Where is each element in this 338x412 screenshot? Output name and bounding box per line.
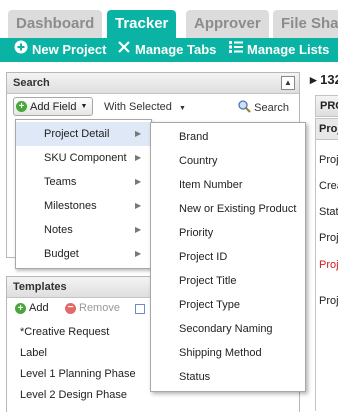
panel-divider	[315, 138, 316, 411]
menu-item-teams[interactable]: Teams ▶	[16, 170, 151, 194]
minus-icon: −	[65, 302, 76, 314]
field-label: Proj	[319, 154, 338, 166]
search-toolbar: + Add Field ▼ With Selected ▼ Search	[7, 94, 299, 118]
menu-item-label: Notes	[44, 224, 73, 236]
project-header: PRO	[315, 95, 338, 117]
manage-tabs-button[interactable]: Manage Tabs	[117, 38, 216, 62]
menu-item-budget[interactable]: Budget ▶	[16, 242, 151, 266]
tab-approver[interactable]: Approver	[186, 10, 269, 38]
search-panel-header: Search ▲	[7, 73, 299, 94]
add-template-label: Add	[29, 302, 49, 314]
submenu-arrow-icon: ▶	[135, 249, 142, 258]
add-field-button[interactable]: + Add Field ▼	[13, 97, 94, 116]
submenu-item-label: Priority	[179, 227, 214, 239]
project-title: ▸ 132	[310, 72, 338, 88]
submenu-item-secondary-naming[interactable]: Secondary Naming	[151, 317, 305, 341]
field-label: Proj	[319, 295, 338, 307]
submenu-item-label: New or Existing Product	[179, 203, 297, 215]
submenu-item-project-id[interactable]: Project ID	[151, 245, 305, 269]
plus-circle-icon	[14, 38, 28, 62]
submenu-item-item-number[interactable]: Item Number	[151, 173, 305, 197]
search-label: Search	[254, 102, 289, 114]
field-label: Stat	[319, 206, 338, 218]
add-field-menu: Project Detail ▶ SKU Component ▶ Teams ▶…	[15, 119, 152, 269]
project-detail-panel: ▸ 132 PRO Proj Proj Crea Stat Proj Proj …	[307, 68, 338, 411]
menu-item-label: Milestones	[44, 200, 97, 212]
add-template-button[interactable]: + Add	[15, 302, 49, 314]
collapse-icon[interactable]: ▲	[281, 76, 295, 90]
expand-arrow-icon[interactable]: ▸	[310, 72, 317, 87]
menu-item-label: Budget	[44, 248, 79, 260]
field-label: Proj	[319, 232, 338, 244]
search-button[interactable]: Search	[238, 100, 289, 116]
with-selected-label: With Selected	[104, 101, 172, 113]
submenu-item-country[interactable]: Country	[151, 149, 305, 173]
remove-template-button[interactable]: − Remove	[65, 302, 120, 314]
submenu-item-label: Country	[179, 155, 218, 167]
manage-tabs-label: Manage Tabs	[135, 42, 217, 57]
submenu-item-shipping-method[interactable]: Shipping Method	[151, 341, 305, 365]
magnifier-icon	[238, 100, 251, 116]
with-selected-dropdown[interactable]: With Selected ▼	[104, 101, 186, 113]
tab-file-sharing[interactable]: File Sha	[273, 10, 338, 38]
submenu-item-label: Shipping Method	[179, 347, 262, 359]
menu-item-label: Project Detail	[44, 128, 110, 140]
plus-icon: +	[15, 302, 26, 314]
submenu-item-priority[interactable]: Priority	[151, 221, 305, 245]
submenu-item-label: Secondary Naming	[179, 323, 273, 335]
menu-item-sku-component[interactable]: SKU Component ▶	[16, 146, 151, 170]
submenu-item-label: Project Type	[179, 299, 240, 311]
submenu-item-project-title[interactable]: Project Title	[151, 269, 305, 293]
required-field-label: Proj	[319, 259, 338, 271]
submenu-arrow-icon: ▶	[135, 177, 142, 186]
tools-icon	[117, 38, 131, 62]
search-panel-title: Search	[13, 77, 50, 89]
submenu-item-label: Project Title	[179, 275, 237, 287]
new-project-label: New Project	[32, 42, 107, 57]
templates-panel-title: Templates	[13, 281, 67, 293]
action-toolbar: New Project Manage Tabs Manage Lists	[0, 38, 338, 62]
submenu-item-brand[interactable]: Brand	[151, 125, 305, 149]
remove-template-label: Remove	[79, 302, 120, 314]
edit-icon[interactable]	[135, 304, 145, 314]
submenu-item-status[interactable]: Status	[151, 365, 305, 389]
field-label: Crea	[319, 180, 338, 192]
project-subheader: Proj	[315, 118, 338, 140]
top-nav: Dashboard Tracker Approver File Sha	[0, 0, 338, 38]
tab-dashboard[interactable]: Dashboard	[8, 10, 103, 38]
new-project-button[interactable]: New Project	[14, 38, 106, 62]
caret-down-icon: ▼	[80, 103, 88, 110]
menu-item-project-detail[interactable]: Project Detail ▶	[16, 122, 151, 146]
menu-item-label: SKU Component	[44, 152, 127, 164]
submenu-item-new-or-existing-product[interactable]: New or Existing Product	[151, 197, 305, 221]
manage-lists-label: Manage Lists	[247, 42, 330, 57]
project-number: 132	[320, 72, 338, 87]
add-field-label: Add Field	[30, 100, 77, 113]
plus-icon: +	[16, 101, 27, 112]
caret-down-icon: ▼	[178, 105, 186, 112]
submenu-item-label: Status	[179, 371, 211, 383]
project-detail-submenu: Brand Country Item Number New or Existin…	[150, 122, 306, 392]
submenu-item-label: Item Number	[179, 179, 243, 191]
submenu-arrow-icon: ▶	[135, 225, 142, 234]
menu-item-label: Teams	[44, 176, 77, 188]
manage-lists-button[interactable]: Manage Lists	[229, 38, 329, 62]
tab-tracker[interactable]: Tracker	[107, 10, 177, 38]
list-icon	[229, 38, 243, 62]
submenu-item-label: Brand	[179, 131, 209, 143]
submenu-arrow-icon: ▶	[135, 129, 142, 138]
submenu-item-label: Project ID	[179, 251, 228, 263]
submenu-arrow-icon: ▶	[135, 201, 142, 210]
menu-item-notes[interactable]: Notes ▶	[16, 218, 151, 242]
menu-item-milestones[interactable]: Milestones ▶	[16, 194, 151, 218]
submenu-arrow-icon: ▶	[135, 153, 142, 162]
submenu-item-project-type[interactable]: Project Type	[151, 293, 305, 317]
